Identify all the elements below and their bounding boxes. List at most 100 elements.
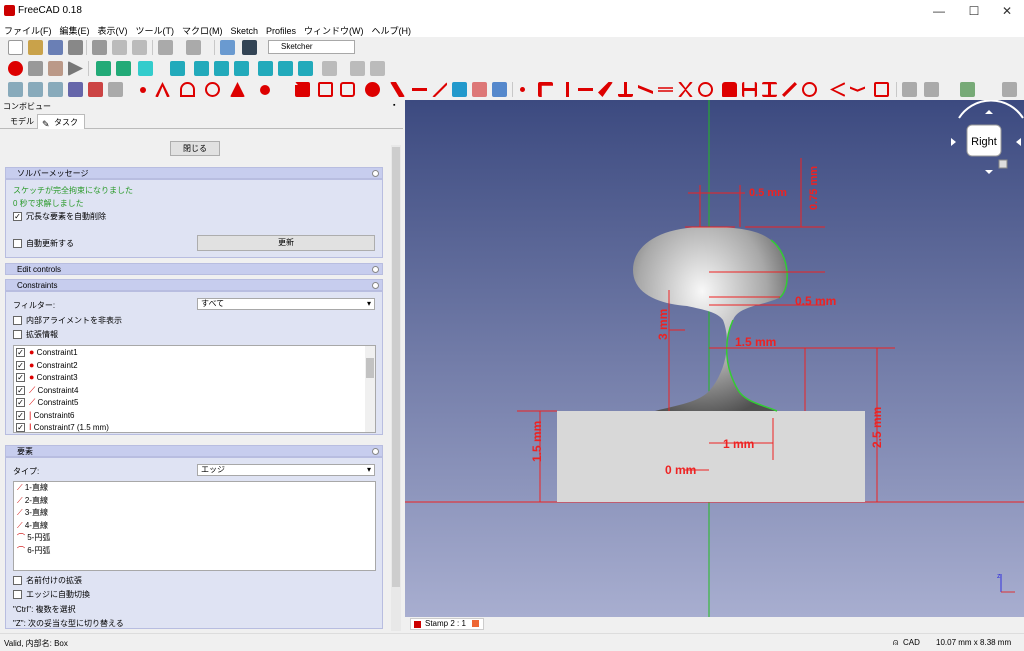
list-item[interactable]: ✓ ● Constraint1 [14,346,375,359]
dim-label-2[interactable]: 0.75 mm [808,166,820,210]
radius-icon[interactable] [802,82,817,97]
edit-controls-header[interactable]: Edit controls [5,263,383,275]
close-tab-icon[interactable] [472,620,480,628]
menu-tools[interactable]: ツール(T) [132,22,179,37]
cut-icon[interactable] [92,40,107,55]
map-sketch-icon[interactable] [88,82,103,97]
perpendicular-icon[interactable] [618,82,633,97]
list-item[interactable]: ⟋ 4-直線 [14,520,375,533]
vertical-icon[interactable] [566,82,569,97]
workbench-selector[interactable]: Sketcher [268,40,355,54]
view-front-icon[interactable] [194,61,209,76]
constraints-list[interactable]: ✓ ● Constraint1 ✓ ● Constraint2 ✓ ● Constra… [13,345,376,433]
navcube-face[interactable]: Right [971,136,997,148]
extend-icon[interactable] [432,82,447,97]
list-item[interactable]: ⌒ 6-円弧 [14,545,375,558]
vertical-distance-icon[interactable] [762,82,777,97]
construction-mode-icon[interactable] [492,82,507,97]
block-icon[interactable] [698,82,713,97]
list-item[interactable]: ⌒ 5-円弧 [14,532,375,545]
horizontal-distance-icon[interactable] [742,82,757,97]
auto-update-checkbox[interactable]: 自動更新する [13,238,74,249]
menu-edit[interactable]: 編集(E) [56,22,94,37]
horizontal-icon[interactable] [578,88,593,91]
menu-macro[interactable]: マクロ(M) [178,22,227,37]
collapse-icon[interactable] [372,282,379,289]
navigation-mode[interactable]: CAD [903,638,920,647]
minimize-button[interactable]: — [922,0,956,22]
constraints-header[interactable]: Constraints [5,279,383,291]
dim-label-4[interactable]: 3 mm [656,309,670,340]
bspline-tools-icon[interactable] [1002,82,1017,97]
view-top-icon[interactable] [214,61,229,76]
circle-icon[interactable] [205,82,220,97]
close-button[interactable]: 閉じる [170,141,220,156]
save-icon[interactable] [48,40,63,55]
trim-icon[interactable] [412,88,427,91]
point-icon[interactable] [140,87,146,93]
close-window-button[interactable]: ✕ [990,0,1024,22]
view-iso-icon[interactable] [170,61,185,76]
view-sketch-icon[interactable] [68,82,83,97]
extended-info-checkbox[interactable]: 拡張情報 [13,329,58,340]
fit-all-icon[interactable] [96,61,111,76]
toggle-driving-icon[interactable] [874,82,889,97]
fillet-icon[interactable] [390,82,405,97]
redo-icon[interactable] [186,40,201,55]
dim-label-5[interactable]: 1.5 mm [735,335,776,349]
new-document-icon[interactable] [8,40,23,55]
print-icon[interactable] [68,40,83,55]
sketch-canvas[interactable]: 0.5 mm 0.75 mm 0.5 mm 3 mm 1.5 mm 1.5 mm… [405,99,1024,617]
macro-record-icon[interactable] [8,61,23,76]
list-item[interactable]: ✓ I Constraint7 (1.5 mm) [14,421,375,432]
type-select[interactable]: エッジ ▾ [197,464,375,476]
dim-label-6[interactable]: 1.5 mm [530,421,544,462]
equal-icon[interactable] [658,87,673,92]
draw-style-icon[interactable] [138,61,153,76]
tangent-icon[interactable] [638,85,653,94]
solver-section-header[interactable]: ソルバーメッセージ [5,167,383,179]
menu-view[interactable]: 表示(V) [94,22,132,37]
snell-icon[interactable] [850,86,865,92]
part-icon[interactable] [350,61,365,76]
refresh-icon[interactable] [220,40,235,55]
filter-select[interactable]: すべて ▾ [197,298,375,310]
list-item[interactable]: ✓ ⟋ Constraint5 [14,396,375,409]
undo-icon[interactable] [158,40,173,55]
list-item[interactable]: ✓ ● Constraint3 [14,371,375,384]
arc-icon[interactable] [180,82,195,97]
list-item[interactable]: ✓ | Constraint6 [14,409,375,422]
dim-label-9[interactable]: 0 mm [665,463,696,477]
tab-model[interactable]: モデル [4,114,40,129]
point-on-object-icon[interactable] [538,82,553,97]
update-button[interactable]: 更新 [197,235,375,251]
panel-undock-icon[interactable]: ▪ [393,102,401,110]
paste-icon[interactable] [132,40,147,55]
lock-icon[interactable] [722,82,737,97]
macro-run-icon[interactable] [68,61,83,76]
named-extension-checkbox[interactable]: 名前付けの拡張 [13,575,82,586]
collapse-icon[interactable] [372,170,379,177]
edit-sketch-icon[interactable] [28,82,43,97]
fit-selection-icon[interactable] [116,61,131,76]
constraints-scrollbar[interactable] [365,346,375,432]
leave-sketch-icon[interactable] [48,82,63,97]
list-item[interactable]: ⟋ 1-直線 [14,482,375,495]
list-item[interactable]: ✓ ⟋ Constraint4 [14,384,375,397]
polyline-icon[interactable] [295,82,310,97]
line-icon[interactable] [155,82,170,97]
grid-icon[interactable] [960,82,975,97]
select-origin-icon[interactable] [924,82,939,97]
group-icon[interactable] [370,61,385,76]
list-item[interactable]: ⟋ 3-直線 [14,507,375,520]
coincident-icon[interactable] [520,87,525,92]
view-left-icon[interactable] [298,61,313,76]
parallel-icon[interactable] [598,82,613,97]
symmetric-icon[interactable] [678,82,693,97]
view-rear-icon[interactable] [258,61,273,76]
external-geometry-icon[interactable] [452,82,467,97]
elements-list[interactable]: ⟋ 1-直線 ⟋ 2-直線 ⟋ 3-直線 ⟋ 4-直線 ⌒ 5-円弧 ⌒ 6-円… [13,481,376,571]
list-item[interactable]: ⟋ 2-直線 [14,495,375,508]
rectangle-icon[interactable] [318,82,333,97]
hide-internal-checkbox[interactable]: 内部アライメントを非表示 [13,315,122,326]
